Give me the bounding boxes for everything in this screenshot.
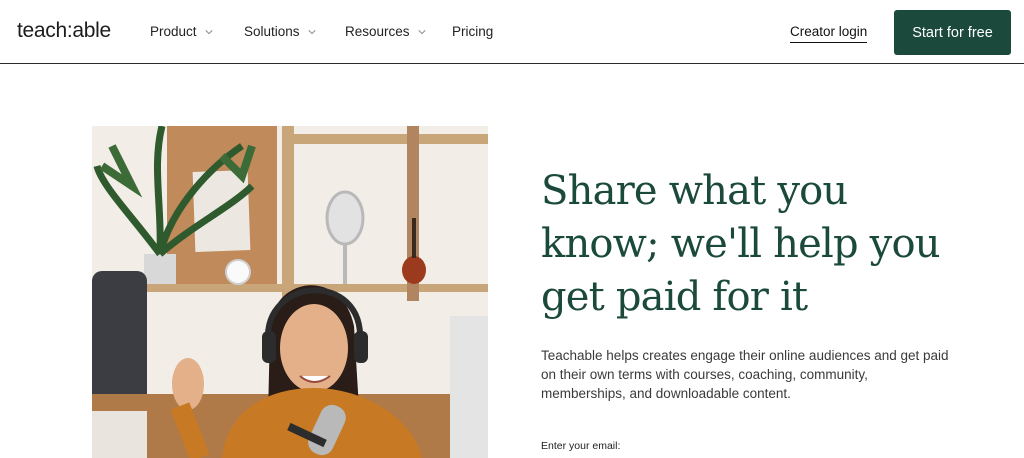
chevron-down-icon <box>417 29 426 34</box>
hero-title-line: get paid for it <box>541 274 808 320</box>
hero-title-line: Share what you <box>541 168 848 214</box>
hero-title-line: know; we'll help you <box>541 221 941 267</box>
nav-item-label: Solutions <box>244 24 300 39</box>
nav-item-label: Product <box>150 24 197 39</box>
nav-item-solutions[interactable]: Solutions <box>244 24 316 39</box>
hero-image-podcaster <box>92 126 488 458</box>
nav-item-pricing[interactable]: Pricing <box>452 24 493 39</box>
email-field-label: Enter your email: <box>541 440 621 452</box>
nav-item-product[interactable]: Product <box>150 24 213 39</box>
creator-login-link[interactable]: Creator login <box>790 24 868 43</box>
podcaster-illustration <box>92 126 488 458</box>
nav-item-label: Pricing <box>452 24 494 39</box>
nav-item-label: Resources <box>345 24 410 39</box>
chevron-down-icon <box>204 29 213 34</box>
nav-item-resources[interactable]: Resources <box>345 24 426 39</box>
start-for-free-button[interactable]: Start for free <box>894 10 1011 55</box>
hero-description: Teachable helps creates engage their onl… <box>541 348 949 401</box>
chevron-down-icon <box>308 29 316 34</box>
hero-title: Share what you know; we'll help you get … <box>541 165 961 324</box>
teachable-logo[interactable]: teach:able <box>17 19 111 43</box>
top-navigation: teach:able Product Solutions Resources P… <box>0 0 1024 64</box>
